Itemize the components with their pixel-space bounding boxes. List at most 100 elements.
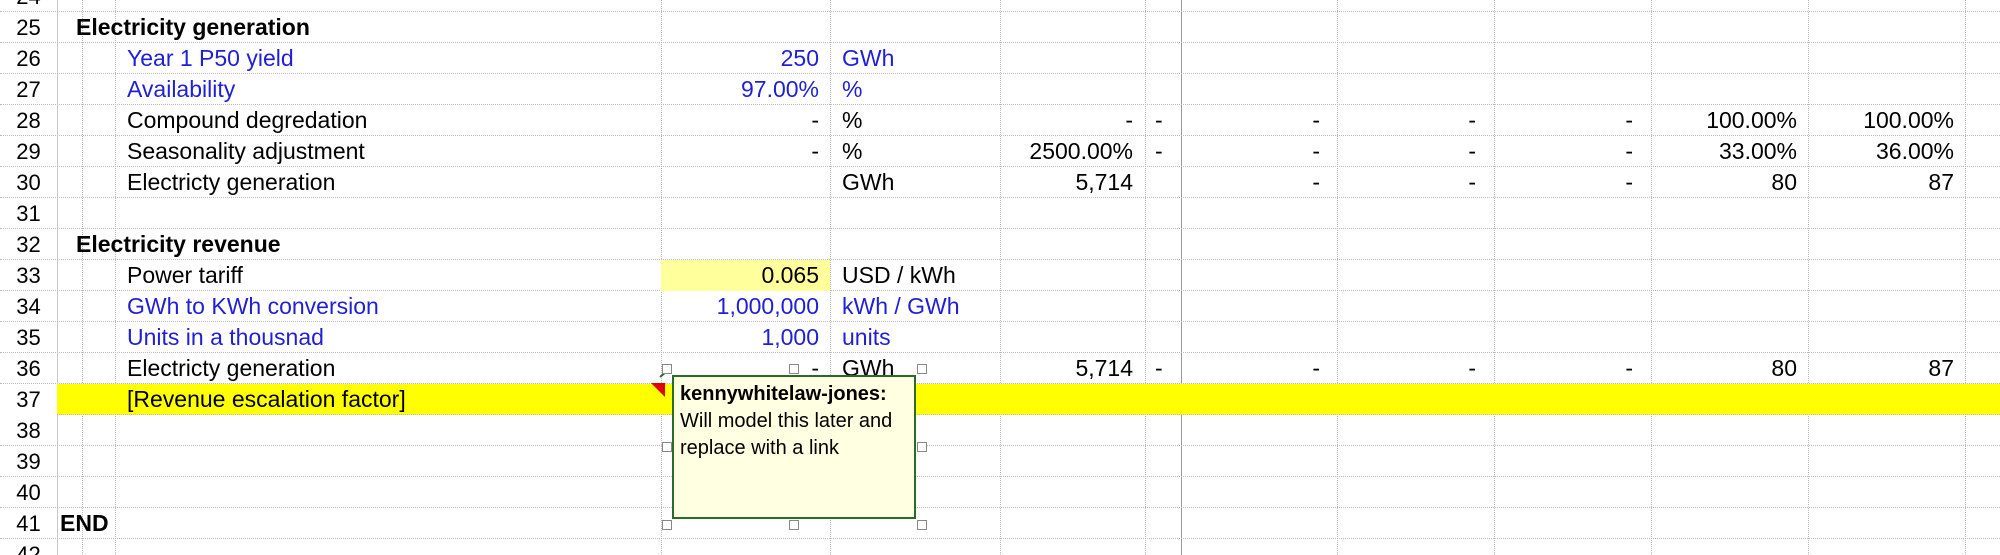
cell-comment-box[interactable]: kennywhitelaw-jones: Will model this lat… xyxy=(672,375,916,519)
resize-handle[interactable] xyxy=(917,442,927,452)
row-36[interactable]: 36 Electricty generation - GWh 5,714 - -… xyxy=(0,353,2000,384)
resize-handle[interactable] xyxy=(662,364,672,374)
value-cell[interactable]: 0.065 xyxy=(661,260,819,291)
row-number[interactable]: 37 xyxy=(0,384,57,415)
row-number[interactable]: 31 xyxy=(0,198,57,229)
timeline-cell[interactable]: - xyxy=(1181,167,1320,198)
value-cell[interactable]: 1,000 xyxy=(661,322,819,353)
label-cell[interactable]: GWh to KWh conversion xyxy=(127,291,379,322)
comment-indicator-icon[interactable] xyxy=(651,383,665,397)
row-number[interactable]: 29 xyxy=(0,136,57,167)
row-32[interactable]: 32 Electricity revenue xyxy=(0,229,2000,260)
row-27[interactable]: 27 Availability 97.00% % xyxy=(0,74,2000,105)
timeline-cell[interactable]: - xyxy=(1181,105,1320,136)
resize-handle[interactable] xyxy=(662,442,672,452)
timeline-cell[interactable]: 5,714 xyxy=(1000,353,1133,384)
label-cell[interactable]: Power tariff xyxy=(127,260,243,291)
unit-cell[interactable]: USD / kWh xyxy=(842,260,956,291)
label-cell[interactable]: Compound degredation xyxy=(127,105,367,136)
row-26[interactable]: 26 Year 1 P50 yield 250 GWh xyxy=(0,43,2000,74)
row-31[interactable]: 31 xyxy=(0,198,2000,229)
row-30[interactable]: 30 Electricty generation GWh 5,714 - - -… xyxy=(0,167,2000,198)
row-number[interactable]: 34 xyxy=(0,291,57,322)
section-heading[interactable]: Electricity generation xyxy=(76,12,310,43)
row-number[interactable]: 41 xyxy=(0,508,57,539)
value-cell[interactable]: 250 xyxy=(661,43,819,74)
value-cell[interactable]: - xyxy=(661,136,819,167)
label-cell[interactable]: Electricty generation xyxy=(127,167,335,198)
resize-handle[interactable] xyxy=(789,520,799,530)
timeline-cell[interactable]: - xyxy=(1181,136,1320,167)
timeline-cell[interactable]: - xyxy=(1181,353,1320,384)
row-number[interactable]: 32 xyxy=(0,229,57,260)
row-42[interactable]: 42 xyxy=(0,539,2000,555)
label-cell[interactable]: Seasonality adjustment xyxy=(127,136,365,167)
timeline-cell[interactable]: 33.00% xyxy=(1651,136,1797,167)
row-number[interactable]: 33 xyxy=(0,260,57,291)
label-cell[interactable]: Units in a thousnad xyxy=(127,322,324,353)
row-number[interactable]: 42 xyxy=(0,539,57,555)
value-cell[interactable]: 97.00% xyxy=(661,74,819,105)
timeline-cell[interactable]: 100.00% xyxy=(1808,105,1954,136)
unit-cell[interactable]: kWh / GWh xyxy=(842,291,960,322)
timeline-cell[interactable]: 80 xyxy=(1651,353,1797,384)
row-number[interactable]: 36 xyxy=(0,353,57,384)
timeline-cell[interactable]: 80 xyxy=(1651,167,1797,198)
unit-cell[interactable]: % xyxy=(842,136,862,167)
timeline-cell[interactable]: - xyxy=(1337,136,1476,167)
end-marker[interactable]: END xyxy=(60,508,109,539)
section-heading[interactable]: Electricity revenue xyxy=(76,229,281,260)
row-41[interactable]: 41 END xyxy=(0,508,2000,539)
unit-cell[interactable]: % xyxy=(842,105,862,136)
resize-handle[interactable] xyxy=(917,520,927,530)
timeline-cell[interactable]: - xyxy=(1337,353,1476,384)
resize-handle[interactable] xyxy=(917,364,927,374)
row-28[interactable]: 28 Compound degredation - % - - - - - 10… xyxy=(0,105,2000,136)
unit-cell[interactable]: units xyxy=(842,322,891,353)
timeline-cell[interactable]: 5,714 xyxy=(1000,167,1133,198)
value-cell[interactable]: 1,000,000 xyxy=(661,291,819,322)
row-25[interactable]: 25 Electricity generation xyxy=(0,12,2000,43)
timeline-cell[interactable]: - xyxy=(1494,136,1633,167)
resize-handle[interactable] xyxy=(789,364,799,374)
timeline-cell[interactable]: 87 xyxy=(1808,353,1954,384)
timeline-cell[interactable]: 100.00% xyxy=(1651,105,1797,136)
unit-cell[interactable]: % xyxy=(842,74,862,105)
row-37[interactable]: 37 [Revenue escalation factor] xyxy=(0,384,2000,415)
row-39[interactable]: 39 xyxy=(0,446,2000,477)
value-cell[interactable]: - xyxy=(661,105,819,136)
row-number[interactable]: 25 xyxy=(0,12,57,43)
label-cell[interactable]: Availability xyxy=(127,74,235,105)
row-number[interactable]: 28 xyxy=(0,105,57,136)
row-number[interactable]: 24 xyxy=(0,0,57,12)
timeline-cell[interactable]: - xyxy=(1494,353,1633,384)
timeline-cell[interactable]: 36.00% xyxy=(1808,136,1954,167)
timeline-cell[interactable]: - xyxy=(1155,353,1163,384)
timeline-cell[interactable]: - xyxy=(1000,105,1133,136)
unit-cell[interactable]: GWh xyxy=(842,167,894,198)
timeline-cell[interactable]: - xyxy=(1155,136,1163,167)
resize-handle[interactable] xyxy=(662,520,672,530)
label-cell[interactable]: [Revenue escalation factor] xyxy=(127,384,406,415)
row-33[interactable]: 33 Power tariff 0.065 USD / kWh xyxy=(0,260,2000,291)
row-number[interactable]: 39 xyxy=(0,446,57,477)
label-cell[interactable]: Electricty generation xyxy=(127,353,335,384)
timeline-cell[interactable]: - xyxy=(1155,105,1163,136)
row-35[interactable]: 35 Units in a thousnad 1,000 units xyxy=(0,322,2000,353)
row-number[interactable]: 30 xyxy=(0,167,57,198)
row-29[interactable]: 29 Seasonality adjustment - % 2500.00% -… xyxy=(0,136,2000,167)
label-cell[interactable]: Year 1 P50 yield xyxy=(127,43,294,74)
timeline-cell[interactable]: - xyxy=(1337,167,1476,198)
timeline-cell[interactable]: - xyxy=(1337,105,1476,136)
unit-cell[interactable]: GWh xyxy=(842,43,894,74)
row-24[interactable]: 24 xyxy=(0,0,2000,12)
spreadsheet-grid[interactable]: 24 25 Electricity generation 26 Year 1 P… xyxy=(0,0,2000,555)
row-40[interactable]: 40 xyxy=(0,477,2000,508)
row-number[interactable]: 40 xyxy=(0,477,57,508)
timeline-cell[interactable]: - xyxy=(1494,167,1633,198)
row-number[interactable]: 27 xyxy=(0,74,57,105)
row-number[interactable]: 38 xyxy=(0,415,57,446)
row-38[interactable]: 38 xyxy=(0,415,2000,446)
timeline-cell[interactable]: 87 xyxy=(1808,167,1954,198)
timeline-cell[interactable]: - xyxy=(1494,105,1633,136)
